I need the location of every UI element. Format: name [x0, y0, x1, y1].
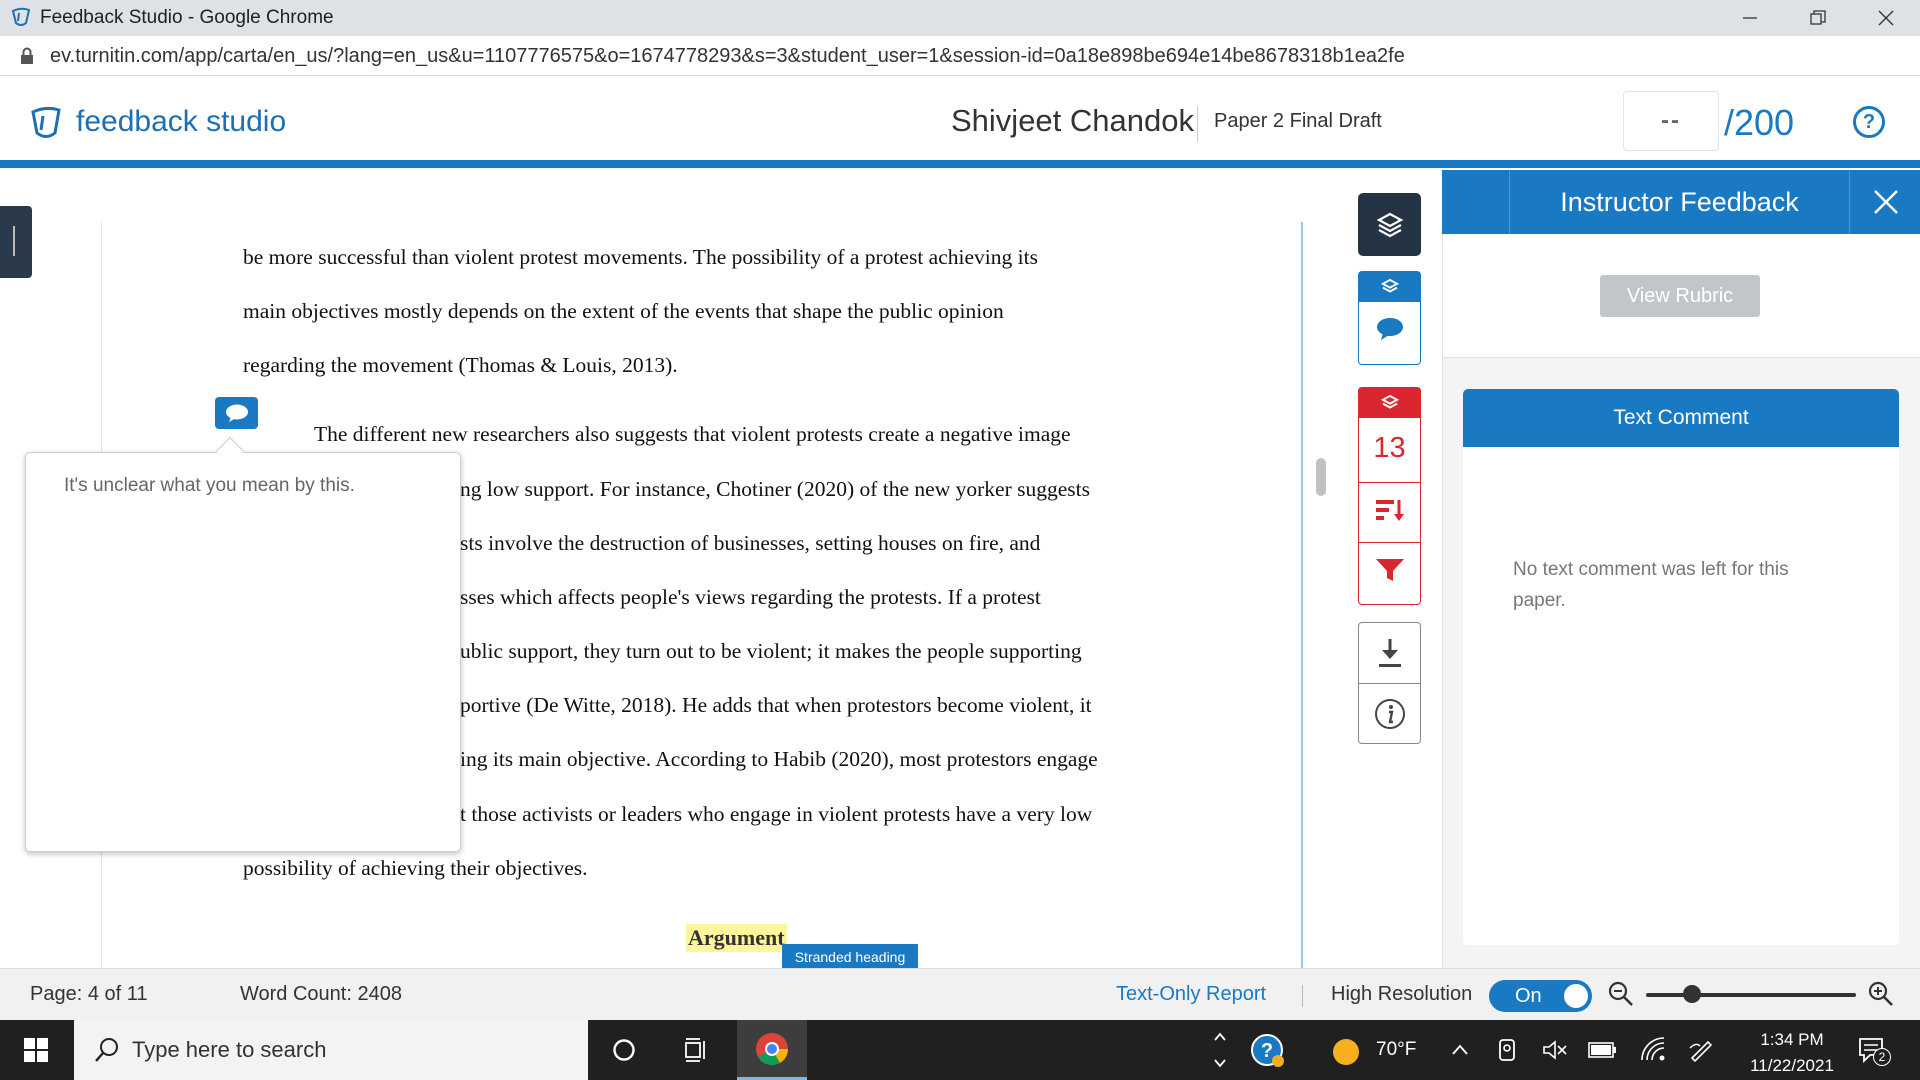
word-count: Word Count: 2408: [240, 983, 402, 1005]
panel-title: Instructor Feedback: [1509, 170, 1850, 234]
comment-popup-text: It's unclear what you mean by this.: [64, 475, 355, 496]
meet-now-icon[interactable]: [1497, 1037, 1519, 1063]
rail-divider: [1359, 683, 1420, 684]
download-icon[interactable]: [1377, 637, 1403, 669]
text-comment-header: Text Comment: [1463, 389, 1899, 447]
header-divider: [1197, 106, 1198, 142]
pen-icon[interactable]: [1688, 1036, 1714, 1062]
comment-bubble-icon[interactable]: [1375, 316, 1405, 342]
text-comment-empty-message: No text comment was left for this paper.: [1513, 559, 1789, 611]
comment-popup[interactable]: It's unclear what you mean by this.: [25, 452, 461, 852]
toggle-knob: [1564, 984, 1588, 1008]
windows-start-icon[interactable]: [0, 1020, 72, 1080]
filter-icon[interactable]: [1374, 556, 1406, 584]
zoom-slider-track[interactable]: [1646, 993, 1856, 997]
document-line: ublic support, they turn out to be viole…: [460, 639, 1082, 663]
zoom-slider-handle[interactable]: [1683, 985, 1702, 1003]
quickmark-layers-icon[interactable]: [1359, 272, 1420, 302]
layers-icon: [1376, 211, 1404, 239]
document-scrollbar[interactable]: [1316, 458, 1326, 496]
grade-input[interactable]: --: [1623, 91, 1719, 151]
document-line: The different new researchers also sugge…: [314, 422, 1071, 446]
svg-text:?: ?: [1261, 1040, 1273, 1062]
lock-icon[interactable]: [20, 47, 34, 65]
wifi-icon[interactable]: [1640, 1036, 1666, 1062]
inline-comment-icon[interactable]: [215, 397, 258, 429]
minimize-icon[interactable]: [1716, 0, 1784, 36]
document-line: be more successful than violent protest …: [243, 245, 1038, 269]
document-line: sses which affects people's views regard…: [460, 585, 1041, 609]
page-indicator: Page: 4 of 11: [30, 983, 148, 1005]
grade-total: /200: [1724, 102, 1795, 143]
weather-temperature[interactable]: 70°F: [1376, 1039, 1416, 1061]
download-info-card: [1358, 622, 1421, 744]
zoom-out-icon[interactable]: [1608, 981, 1634, 1007]
search-placeholder: Type here to search: [132, 1037, 327, 1062]
notifications-icon[interactable]: 2: [1858, 1036, 1891, 1066]
notification-count-badge: 2: [1873, 1048, 1891, 1066]
url-text[interactable]: ev.turnitin.com/app/carta/en_us/?lang=en…: [50, 45, 1405, 68]
high-resolution-toggle[interactable]: On: [1489, 980, 1592, 1012]
battery-icon[interactable]: [1588, 1041, 1618, 1059]
high-resolution-label: High Resolution: [1331, 983, 1473, 1005]
window-title: Feedback Studio - Google Chrome: [40, 7, 334, 28]
document-line: portive (De Witte, 2018). He adds that w…: [460, 693, 1092, 717]
address-bar[interactable]: ev.turnitin.com/app/carta/en_us/?lang=en…: [0, 36, 1920, 76]
similarity-score[interactable]: 13: [1359, 432, 1420, 465]
text-comment-card: [1463, 389, 1899, 945]
quickmark-layer-card[interactable]: [1358, 271, 1421, 365]
document-line: main objectives mostly depends on the ex…: [243, 299, 1004, 323]
chrome-taskbar-icon[interactable]: [737, 1020, 807, 1080]
close-panel-icon[interactable]: [1851, 170, 1920, 234]
weather-sun-icon[interactable]: [1332, 1038, 1360, 1066]
clock-time: 1:34 PM: [1760, 1030, 1824, 1049]
close-window-icon[interactable]: [1852, 0, 1920, 36]
volume-muted-icon[interactable]: [1542, 1039, 1568, 1061]
paper-title: Paper 2 Final Draft: [1214, 110, 1382, 132]
layers-button[interactable]: [1358, 193, 1421, 256]
similarity-layers-icon[interactable]: [1359, 388, 1420, 418]
student-name: Shivjeet Chandok: [951, 103, 1194, 138]
restore-icon[interactable]: [1784, 0, 1852, 36]
sort-icon[interactable]: [1375, 496, 1405, 524]
tray-overflow-chevron-icon[interactable]: [1450, 1040, 1470, 1060]
clock[interactable]: 1:34 PM 11/22/2021: [1742, 1027, 1842, 1079]
browser-title-bar: Feedback Studio - Google Chrome: [0, 0, 1920, 36]
document-line: t those activists or leaders who engage …: [460, 802, 1093, 826]
info-icon[interactable]: [1374, 698, 1406, 730]
brand-name: feedback studio: [76, 105, 287, 138]
taskbar: Type here to search ? 70°F 1:34 PM 11/22…: [0, 1020, 1920, 1080]
help-tray-icon[interactable]: ?: [1250, 1033, 1286, 1069]
document-line: ng low support. For instance, Chotiner (…: [460, 477, 1090, 501]
show-hidden-icons-chevron-icon[interactable]: [1212, 1028, 1228, 1072]
document-line: ing its main objective. According to Hab…: [460, 747, 1098, 771]
turnitin-favicon-icon: [10, 6, 32, 28]
view-rubric-button[interactable]: View Rubric: [1600, 275, 1760, 317]
rail-divider: [1359, 482, 1420, 483]
toggle-state: On: [1515, 985, 1542, 1007]
similarity-layer-card[interactable]: 13: [1358, 387, 1421, 605]
cortana-icon[interactable]: [594, 1020, 654, 1080]
side-panel-toggle[interactable]: [0, 206, 32, 278]
text-only-report-link[interactable]: Text-Only Report: [1116, 983, 1266, 1006]
rail-divider: [1359, 542, 1420, 543]
document-line: possibility of achieving their objective…: [243, 856, 588, 880]
help-icon[interactable]: ?: [1853, 106, 1885, 138]
task-view-icon[interactable]: [666, 1020, 726, 1080]
document-line: sts involve the destruction of businesse…: [460, 531, 1041, 555]
status-bar: Page: 4 of 11 Word Count: 2408 Text-Only…: [0, 968, 1920, 1020]
status-divider: [1302, 985, 1303, 1007]
feedback-studio-logo-icon: [28, 104, 64, 142]
highlighted-heading[interactable]: Argument: [686, 924, 787, 952]
app-header: feedback studio Shivjeet Chandok Paper 2…: [0, 76, 1920, 168]
page-right-edge: [1301, 222, 1303, 968]
document-line: regarding the movement (Thomas & Louis, …: [243, 353, 678, 377]
clock-date: 11/22/2021: [1750, 1056, 1834, 1075]
taskbar-search-box[interactable]: Type here to search: [74, 1020, 588, 1080]
zoom-in-icon[interactable]: [1868, 981, 1894, 1007]
search-icon: [94, 1037, 120, 1063]
stranded-heading-tag[interactable]: Stranded heading: [782, 944, 918, 970]
